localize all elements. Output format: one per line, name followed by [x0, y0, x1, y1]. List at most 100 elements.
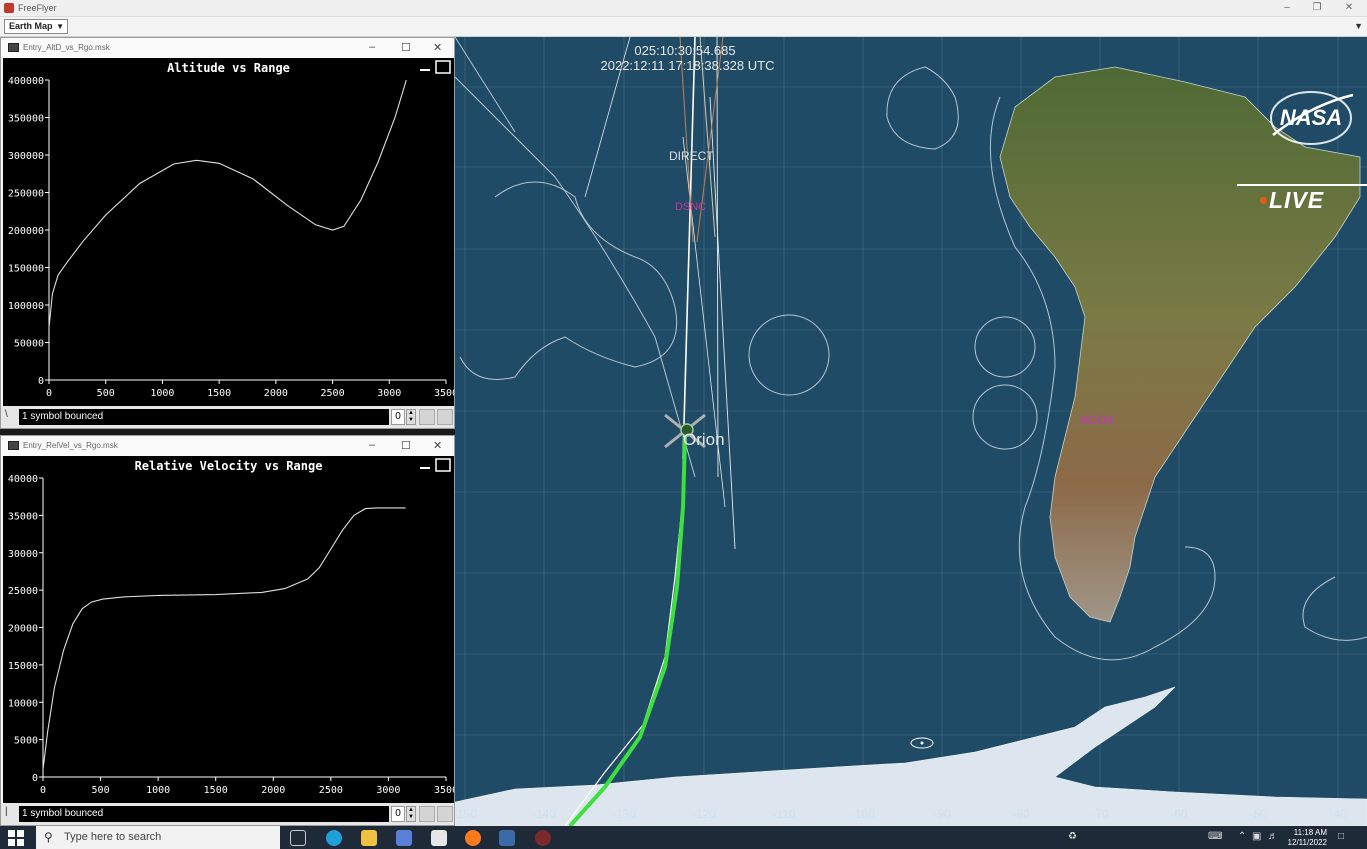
plot-window-icon — [8, 441, 19, 450]
freeflyer-app-icon[interactable] — [499, 830, 515, 846]
longitude-label: -90 — [933, 807, 951, 821]
altitude-chart: Altitude vs Range05000010000015000020000… — [8, 60, 454, 399]
restore-icon[interactable]: ❐ — [1302, 1, 1332, 15]
overlapping-station-label: DSNC — [675, 201, 707, 213]
y-tick-label: 100000 — [8, 301, 44, 312]
x-tick-label: 2500 — [321, 388, 345, 399]
close-icon[interactable]: ✕ — [433, 439, 442, 452]
altitude-options-button[interactable] — [419, 409, 435, 425]
network-icon[interactable]: ▣ — [1252, 831, 1261, 842]
velocity-chart: Relative Velocity vs Range 0 5000 10000 1500… — [8, 458, 454, 796]
y-tick-label: 400000 — [8, 76, 44, 87]
close-icon[interactable]: ✕ — [1334, 1, 1364, 15]
task-view-icon[interactable] — [290, 830, 306, 846]
direct-label: DIRECT — [669, 149, 714, 163]
x-tick-label: 0 — [46, 388, 52, 399]
minimize-icon[interactable]: – — [1272, 1, 1302, 15]
x-tick-label: 0 — [40, 785, 46, 796]
store-icon[interactable] — [396, 830, 412, 846]
altitude-resize-button[interactable] — [437, 409, 453, 425]
keyboard-icon[interactable]: ⌨ — [1208, 831, 1222, 842]
y-tick-label: 200000 — [8, 226, 44, 237]
y-tick-label: 15000 — [8, 661, 38, 672]
series-line — [42, 507, 406, 770]
close-icon[interactable]: ✕ — [433, 41, 442, 54]
altitude-plot-window[interactable]: Entry_AltD_vs_Rgo.msk – ☐ ✕ Altitude vs … — [0, 37, 455, 429]
velocity-resize-button[interactable] — [437, 806, 453, 822]
toolbar: Earth Map ▼ ▼ — [0, 17, 1367, 37]
velocity-window-title: Entry_RelVel_vs_Rgo.msk — [23, 441, 118, 450]
taskbar-search-placeholder: Type here to search — [64, 831, 162, 843]
toolbar-overflow-icon[interactable]: ▼ — [1354, 21, 1363, 31]
windows-start-icon[interactable] — [8, 830, 24, 846]
velocity-plot-window[interactable]: Entry_RelVel_vs_Rgo.msk – ☐ ✕ Relative V… — [0, 435, 455, 826]
minimize-icon[interactable]: – — [369, 41, 375, 53]
utc-time: 2022:12:11 17:18:38.328 UTC — [600, 58, 775, 73]
edge-browser-icon[interactable] — [326, 830, 342, 846]
y-tick-label: 50000 — [14, 339, 44, 350]
chart-minimize-icon — [418, 61, 432, 73]
maximize-icon[interactable]: ☐ — [401, 439, 411, 452]
clock-time: 11:18 AM — [1293, 828, 1327, 837]
file-explorer-icon[interactable] — [361, 830, 377, 846]
spinner-icon[interactable]: ▲ ▼ — [406, 806, 416, 822]
y-tick-label: 10000 — [8, 698, 38, 709]
view-select[interactable]: Earth Map ▼ — [4, 19, 68, 34]
velocity-status-count[interactable]: 0 — [391, 806, 405, 822]
notifications-icon[interactable]: □ — [1338, 831, 1344, 842]
taskbar-search-input[interactable]: ⚲ Type here to search — [36, 826, 280, 849]
plot-window-icon — [8, 43, 19, 52]
recycle-icon[interactable]: ♻ — [1068, 831, 1077, 842]
map-graphic — [455, 37, 1367, 826]
y-tick-label: 5000 — [14, 736, 38, 747]
x-tick-label: 1500 — [207, 388, 231, 399]
nasa-logo: NASA — [1270, 91, 1354, 145]
y-tick-label: 20000 — [8, 624, 38, 635]
y-tick-label: 35000 — [8, 511, 38, 522]
chart-title: Relative Velocity vs Range — [135, 459, 323, 473]
y-tick-label: 250000 — [8, 189, 44, 200]
x-tick-label: 2000 — [264, 388, 288, 399]
mail-icon[interactable] — [431, 830, 447, 846]
y-tick-label: 300000 — [8, 151, 44, 162]
x-tick-label: 500 — [97, 388, 115, 399]
velocity-options-button[interactable] — [419, 806, 435, 822]
longitude-label: -40 — [1329, 807, 1347, 821]
y-tick-label: 350000 — [8, 114, 44, 125]
live-dot-icon — [1260, 197, 1267, 204]
longitude-label: -100 — [850, 807, 876, 821]
x-tick-label: 2500 — [319, 785, 343, 796]
clock-date: 12/11/2022 — [1287, 838, 1327, 847]
chart-minimize-icon — [418, 459, 432, 471]
velocity-window-titlebar: Entry_RelVel_vs_Rgo.msk – ☐ ✕ — [1, 436, 454, 456]
app-title: FreeFlyer — [18, 3, 57, 13]
altitude-status-count[interactable]: 0 — [391, 409, 405, 425]
minimize-icon[interactable]: – — [369, 439, 375, 451]
longitude-label: -70 — [1091, 807, 1109, 821]
firefox-icon[interactable] — [465, 830, 481, 846]
x-tick-label: 1000 — [150, 388, 174, 399]
volume-icon[interactable]: ♬ — [1268, 831, 1278, 842]
windows-taskbar: ⚲ Type here to search ♻ ⌨ ⌃ ▣ ♬ 11:18 AM… — [0, 826, 1367, 849]
altitude-window-titlebar: Entry_AltD_vs_Rgo.msk – ☐ ✕ — [1, 38, 454, 58]
earth-map[interactable]: 025:10:30:54.685 2022:12:11 17:18:38.328… — [455, 37, 1367, 826]
velocity-plot: Relative Velocity vs Range 0 5000 10000 1500… — [3, 456, 454, 803]
velocity-status-text: 1 symbol bounced — [19, 806, 389, 822]
y-tick-label: 25000 — [8, 586, 38, 597]
longitude-label: -140 — [531, 807, 557, 821]
longitude-label: -130 — [611, 807, 637, 821]
taskbar-clock[interactable]: 11:18 AM 12/11/2022 — [1288, 828, 1327, 848]
chart-maximize-icon — [435, 458, 451, 472]
app-icon — [4, 3, 14, 13]
x-tick-label: 3000 — [377, 388, 401, 399]
longitude-label: -80 — [1012, 807, 1030, 821]
y-tick-label: 0 — [38, 376, 44, 387]
chart-title: Altitude vs Range — [167, 61, 290, 75]
app-titlebar: FreeFlyer – ❐ ✕ — [0, 0, 1367, 17]
spinner-icon[interactable]: ▲ ▼ — [406, 409, 416, 425]
longitude-label: -60 — [1170, 807, 1188, 821]
maximize-icon[interactable]: ☐ — [401, 41, 411, 54]
x-tick-label: 1000 — [146, 785, 170, 796]
tray-chevron-icon[interactable]: ⌃ — [1238, 831, 1246, 842]
app-icon[interactable] — [535, 830, 551, 846]
